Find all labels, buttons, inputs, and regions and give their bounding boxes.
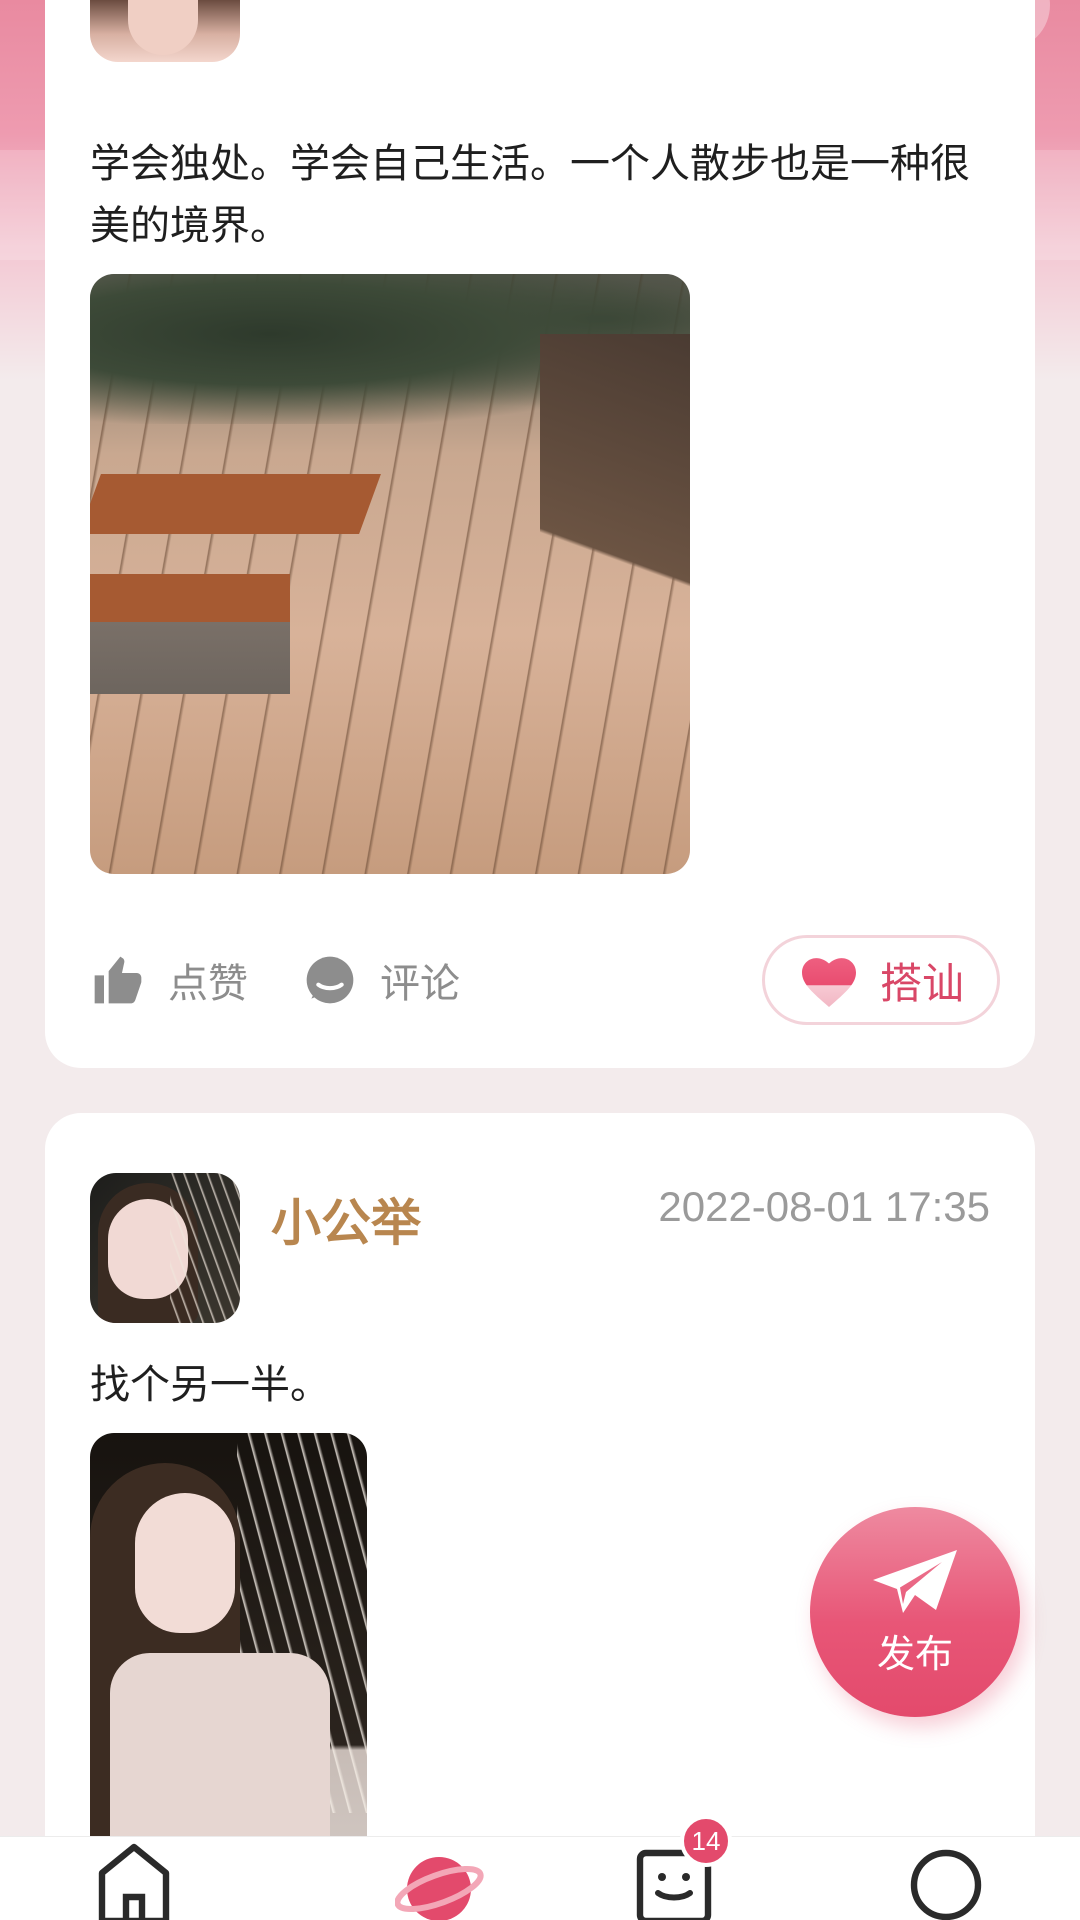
home-icon bbox=[98, 1843, 170, 1920]
post-text: 学会独处。学会自己生活。一个人散步也是一种很美的境界。 bbox=[90, 141, 970, 249]
comment-icon bbox=[306, 956, 354, 1004]
tab-profile[interactable] bbox=[886, 1837, 1006, 1920]
avatar[interactable] bbox=[90, 1173, 240, 1323]
avatar[interactable] bbox=[90, 0, 240, 62]
post-timestamp: 2022-08-01 17:35 bbox=[658, 1183, 990, 1230]
username[interactable]: 小公举 bbox=[271, 1183, 421, 1255]
chat-up-label: 搭讪 bbox=[879, 958, 964, 1008]
paper-plane-icon bbox=[873, 1549, 957, 1613]
chat-up-button[interactable]: 搭讪 bbox=[762, 935, 1000, 1025]
publish-button[interactable]: 发布 bbox=[810, 1507, 1020, 1717]
post-photo[interactable] bbox=[90, 274, 690, 874]
comment-button[interactable]: 评论 bbox=[302, 935, 460, 1025]
bottom-tab-bar: 14 bbox=[0, 1815, 1080, 1920]
like-button[interactable]: 点赞 bbox=[90, 935, 248, 1025]
like-label: 点赞 bbox=[168, 961, 248, 1007]
planet-icon bbox=[395, 1857, 484, 1920]
post-card[interactable]: 学会独处。学会自己生活。一个人散步也是一种很美的境界。 点赞 评论 搭讪 bbox=[45, 0, 1035, 1068]
unread-badge: 14 bbox=[680, 1815, 732, 1867]
tab-messages[interactable]: 14 bbox=[614, 1815, 734, 1920]
tab-square[interactable] bbox=[380, 1837, 500, 1920]
comment-label: 评论 bbox=[380, 961, 460, 1007]
profile-icon bbox=[910, 1849, 982, 1920]
heart-icon bbox=[801, 958, 856, 1007]
post-text: 找个另一半。 bbox=[90, 1362, 330, 1408]
tab-home[interactable] bbox=[74, 1837, 194, 1920]
publish-label: 发布 bbox=[876, 1631, 953, 1676]
thumbs-up-icon bbox=[94, 956, 142, 1004]
post-actions: 点赞 评论 搭讪 bbox=[90, 935, 1000, 1025]
